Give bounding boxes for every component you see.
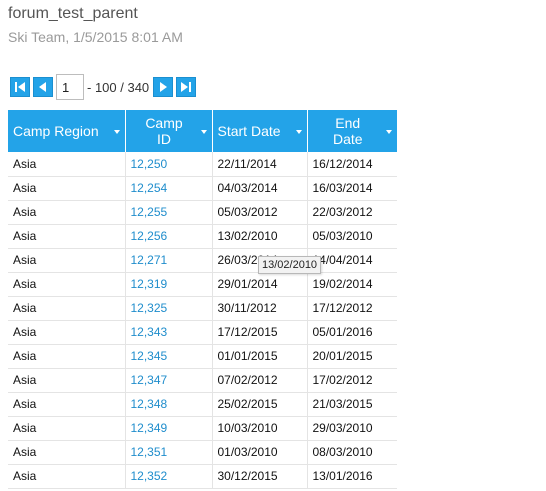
cell-camp-region: Asia	[8, 200, 126, 225]
cell-camp-id-link[interactable]: 12,349	[125, 416, 213, 441]
column-header-label: Camp ID	[145, 115, 183, 147]
cell-start-date: 30/12/2015	[212, 464, 308, 489]
cell-camp-id-link[interactable]: 12,351	[125, 440, 213, 465]
cell-camp-region: Asia	[8, 320, 126, 345]
column-header-start-date[interactable]: Start Date	[212, 110, 308, 152]
report-page: forum_test_parent Ski Team, 1/5/2015 8:0…	[0, 0, 546, 491]
cell-end-date: 20/01/2015	[307, 344, 397, 369]
data-table: Camp Region Camp ID Start Date End Date …	[8, 110, 397, 489]
cell-start-date: 05/03/2012	[212, 200, 308, 225]
table-row: Asia 12,319 29/01/2014 19/02/2014	[8, 272, 397, 297]
sort-caret-icon[interactable]	[295, 130, 302, 134]
first-page-icon	[15, 82, 25, 92]
cell-end-date: 19/02/2014	[307, 272, 397, 297]
cell-camp-region: Asia	[8, 440, 126, 465]
report-title: forum_test_parent	[8, 5, 138, 22]
cell-camp-id-link[interactable]: 12,352	[125, 464, 213, 489]
next-page-button[interactable]	[153, 77, 174, 97]
cell-start-date: 17/12/2015	[212, 320, 308, 345]
pagination-bar: - 100 / 340	[10, 74, 199, 100]
table-row: Asia 12,256 13/02/2010 05/03/2010	[8, 224, 397, 249]
cell-tooltip: 13/02/2010	[258, 256, 322, 274]
cell-start-date: 10/03/2010	[212, 416, 308, 441]
cell-camp-id-link[interactable]: 12,254	[125, 176, 213, 201]
cell-start-date: 30/11/2012	[212, 296, 308, 321]
cell-end-date: 17/12/2012	[307, 296, 397, 321]
cell-camp-region: Asia	[8, 464, 126, 489]
cell-camp-id-link[interactable]: 12,319	[125, 272, 213, 297]
table-row: Asia 12,351 01/03/2010 08/03/2010	[8, 440, 397, 465]
report-subtitle: Ski Team, 1/5/2015 8:01 AM	[8, 29, 183, 45]
sort-caret-icon[interactable]	[200, 130, 207, 134]
cell-start-date: 01/01/2015	[212, 344, 308, 369]
table-row: Asia 12,349 10/03/2010 29/03/2010	[8, 416, 397, 441]
sort-caret-icon[interactable]	[386, 130, 392, 134]
cell-end-date: 05/01/2016	[307, 320, 397, 345]
cell-end-date: 29/03/2010	[307, 416, 397, 441]
next-page-icon	[160, 82, 168, 92]
cell-end-date: 13/01/2016	[307, 464, 397, 489]
cell-camp-region: Asia	[8, 368, 126, 393]
table-row: Asia 12,250 22/11/2014 16/12/2014	[8, 152, 397, 177]
cell-camp-region: Asia	[8, 248, 126, 273]
cell-camp-region: Asia	[8, 392, 126, 417]
cell-start-date: 04/03/2014	[212, 176, 308, 201]
cell-start-date: 07/02/2012	[212, 368, 308, 393]
page-range-label: - 100 / 340	[87, 79, 150, 95]
cell-end-date: 05/03/2010	[307, 224, 397, 249]
column-header-end-date[interactable]: End Date	[307, 110, 397, 152]
cell-camp-id-link[interactable]: 12,325	[125, 296, 213, 321]
cell-start-date: 25/02/2015	[212, 392, 308, 417]
cell-camp-id-link[interactable]: 12,256	[125, 224, 213, 249]
sort-caret-icon[interactable]	[113, 130, 120, 134]
cell-camp-id-link[interactable]: 12,255	[125, 200, 213, 225]
last-page-icon	[181, 82, 192, 92]
cell-camp-region: Asia	[8, 176, 126, 201]
cell-end-date: 21/03/2015	[307, 392, 397, 417]
cell-end-date: 16/03/2014	[307, 176, 397, 201]
cell-end-date: 08/03/2010	[307, 440, 397, 465]
column-header-label: End Date	[332, 115, 363, 147]
column-header-label: Start Date	[217, 123, 281, 139]
cell-camp-id-link[interactable]: 12,348	[125, 392, 213, 417]
table-row: Asia 12,325 30/11/2012 17/12/2012	[8, 296, 397, 321]
column-header-label: Camp Region	[13, 123, 99, 139]
cell-start-date: 22/11/2014	[212, 152, 308, 177]
cell-camp-region: Asia	[8, 344, 126, 369]
cell-end-date: 16/12/2014	[307, 152, 397, 177]
cell-start-date: 01/03/2010	[212, 440, 308, 465]
prev-page-button[interactable]	[33, 77, 53, 97]
column-header-camp-region[interactable]: Camp Region	[8, 110, 126, 152]
table-row: Asia 12,352 30/12/2015 13/01/2016	[8, 464, 397, 489]
table-row: Asia 12,345 01/01/2015 20/01/2015	[8, 344, 397, 369]
prev-page-icon	[39, 82, 46, 92]
cell-start-date: 13/02/2010	[212, 224, 308, 249]
table-row: Asia 12,271 26/03/2014 14/04/2014	[8, 248, 397, 273]
cell-camp-id-link[interactable]: 12,250	[125, 152, 213, 177]
cell-camp-region: Asia	[8, 296, 126, 321]
first-page-button[interactable]	[10, 77, 30, 97]
cell-camp-region: Asia	[8, 272, 126, 297]
table-row: Asia 12,347 07/02/2012 17/02/2012	[8, 368, 397, 393]
last-page-button[interactable]	[176, 77, 197, 97]
table-row: Asia 12,254 04/03/2014 16/03/2014	[8, 176, 397, 201]
table-row: Asia 12,343 17/12/2015 05/01/2016	[8, 320, 397, 345]
cell-camp-region: Asia	[8, 152, 126, 177]
cell-camp-id-link[interactable]: 12,271	[125, 248, 213, 273]
cell-start-date: 29/01/2014	[212, 272, 308, 297]
table-header-row: Camp Region Camp ID Start Date End Date	[8, 110, 397, 152]
cell-camp-region: Asia	[8, 224, 126, 249]
cell-end-date: 22/03/2012	[307, 200, 397, 225]
table-row: Asia 12,348 25/02/2015 21/03/2015	[8, 392, 397, 417]
page-number-input[interactable]	[56, 74, 84, 100]
cell-camp-region: Asia	[8, 416, 126, 441]
table-body: Asia 12,250 22/11/2014 16/12/2014 Asia 12,254…	[8, 152, 397, 489]
table-row: Asia 12,255 05/03/2012 22/03/2012	[8, 200, 397, 225]
cell-camp-id-link[interactable]: 12,343	[125, 320, 213, 345]
column-header-camp-id[interactable]: Camp ID	[125, 110, 213, 152]
cell-camp-id-link[interactable]: 12,347	[125, 368, 213, 393]
cell-camp-id-link[interactable]: 12,345	[125, 344, 213, 369]
cell-end-date: 17/02/2012	[307, 368, 397, 393]
